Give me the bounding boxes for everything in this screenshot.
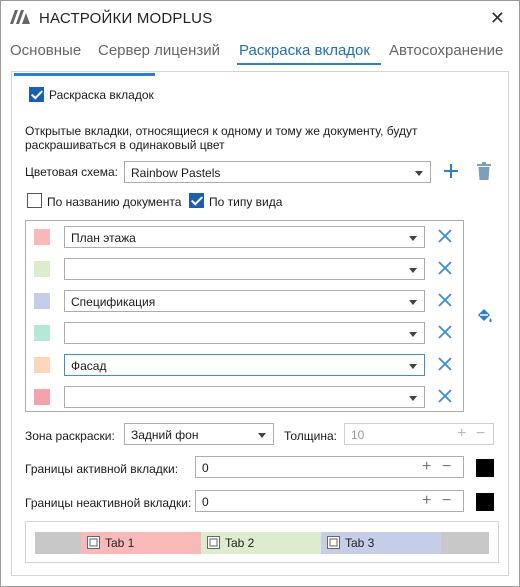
view-type-value: Фасад — [71, 359, 107, 373]
chevron-down-icon — [415, 171, 423, 176]
tab-bar: Основные Сервер лицензий Раскраска вклад… — [1, 39, 519, 65]
chevron-down-icon — [409, 300, 417, 305]
plus-icon[interactable]: + — [422, 458, 431, 476]
preview-tab-label: Tab 2 — [225, 536, 255, 550]
tab-license-server[interactable]: Сервер лицензий — [98, 42, 220, 59]
color-scheme-select[interactable]: Rainbow Pastels — [124, 161, 431, 183]
view-type-select[interactable]: Фасад — [64, 354, 425, 376]
active-border-value: 0 — [202, 461, 209, 475]
active-tab-indicator — [237, 63, 381, 65]
description-line-1: Открытые вкладки, относящиеся к одному и… — [25, 124, 418, 138]
inactive-border-color-swatch[interactable] — [476, 493, 494, 511]
add-scheme-plus-icon[interactable] — [443, 163, 459, 182]
document-icon — [87, 536, 100, 549]
view-type-select[interactable] — [64, 322, 425, 344]
view-type-select[interactable] — [64, 258, 425, 280]
panel-accent-bar — [14, 73, 155, 76]
preview-tab-strip: Tab 1 Tab 2 Tab 3 — [35, 532, 489, 554]
chevron-down-icon — [409, 364, 417, 369]
settings-window: НАСТРОЙКИ MODPLUS ✕ Основные Сервер лице… — [0, 0, 520, 587]
by-view-type-checkbox[interactable] — [189, 193, 204, 208]
preview-tab-1: Tab 1 — [81, 532, 201, 554]
coloring-zone-value: Задний фон — [131, 428, 199, 442]
color-scheme-label: Цветовая схема: — [25, 165, 118, 179]
minus-icon[interactable]: − — [476, 425, 485, 443]
close-icon[interactable] — [438, 389, 452, 406]
thickness-label: Толщина: — [284, 429, 338, 443]
preview-tab-label: Tab 3 — [345, 536, 375, 550]
thickness-value: 10 — [351, 428, 365, 442]
active-border-label: Границы активной вкладки: — [25, 462, 179, 476]
view-type-value: План этажа — [71, 231, 136, 245]
chevron-down-icon — [258, 433, 266, 438]
close-icon[interactable] — [438, 357, 452, 374]
plus-icon[interactable]: + — [422, 492, 431, 510]
close-icon[interactable] — [438, 261, 452, 278]
window-title: НАСТРОЙКИ MODPLUS — [39, 10, 213, 27]
color-swatch[interactable] — [34, 357, 50, 373]
document-icon — [207, 536, 220, 549]
minus-icon[interactable]: − — [442, 492, 451, 510]
enable-coloring-label: Раскраска вкладок — [49, 88, 154, 102]
by-view-type-label: По типу вида — [209, 195, 283, 209]
chevron-down-icon — [409, 236, 417, 241]
thickness-field[interactable]: 10 + − — [344, 423, 494, 445]
close-icon[interactable]: ✕ — [490, 8, 505, 29]
list-item: Фасад — [26, 349, 463, 381]
enable-coloring-checkbox[interactable] — [29, 87, 44, 102]
inactive-border-field[interactable]: 0 + − — [195, 490, 464, 512]
chevron-down-icon — [409, 332, 417, 337]
inactive-border-label: Границы неактивной вкладки: — [25, 496, 192, 510]
view-type-select[interactable] — [64, 386, 425, 408]
close-icon[interactable] — [438, 325, 452, 342]
active-border-color-swatch[interactable] — [476, 459, 494, 477]
coloring-zone-select[interactable]: Задний фон — [124, 423, 274, 445]
plus-icon[interactable]: + — [457, 425, 466, 443]
preview-tab-3: Tab 3 — [321, 532, 441, 554]
list-item: Спецификация — [26, 285, 463, 317]
tab-general[interactable]: Основные — [10, 42, 81, 59]
color-swatch[interactable] — [34, 293, 50, 309]
color-rules-list: План этажа Спецификация Фасад — [25, 220, 464, 412]
coloring-zone-label: Зона раскраски: — [25, 429, 115, 443]
close-icon[interactable] — [438, 229, 452, 246]
by-document-name-label: По названию документа — [47, 195, 182, 209]
delete-scheme-trash-icon[interactable] — [476, 162, 492, 183]
minus-icon[interactable]: − — [442, 458, 451, 476]
list-item — [26, 317, 463, 349]
paint-bucket-icon[interactable] — [475, 307, 493, 328]
view-type-select[interactable]: План этажа — [64, 226, 425, 248]
title-bar: НАСТРОЙКИ MODPLUS ✕ — [1, 1, 519, 35]
view-type-select[interactable]: Спецификация — [64, 290, 425, 312]
list-item — [26, 253, 463, 285]
color-swatch[interactable] — [34, 261, 50, 277]
by-document-name-checkbox[interactable] — [27, 193, 42, 208]
view-type-value: Спецификация — [71, 295, 156, 309]
document-icon — [327, 536, 340, 549]
list-item: План этажа — [26, 221, 463, 253]
modplus-logo-icon — [9, 9, 31, 28]
tab-tab-coloring[interactable]: Раскраска вкладок — [239, 42, 370, 59]
color-scheme-value: Rainbow Pastels — [131, 166, 221, 180]
tab-autosave[interactable]: Автосохранение — [389, 42, 503, 59]
preview-tab-2: Tab 2 — [201, 532, 321, 554]
inactive-border-value: 0 — [202, 495, 209, 509]
list-item — [26, 381, 463, 413]
chevron-down-icon — [409, 396, 417, 401]
description-line-2: раскрашиваться в одинаковый цвет — [25, 138, 225, 152]
tab-preview: Tab 1 Tab 2 Tab 3 — [25, 521, 499, 563]
color-swatch[interactable] — [34, 229, 50, 245]
active-border-field[interactable]: 0 + − — [195, 456, 464, 478]
chevron-down-icon — [409, 268, 417, 273]
preview-tab-label: Tab 1 — [105, 536, 135, 550]
color-swatch[interactable] — [34, 389, 50, 405]
close-icon[interactable] — [438, 293, 452, 310]
color-swatch[interactable] — [34, 325, 50, 341]
